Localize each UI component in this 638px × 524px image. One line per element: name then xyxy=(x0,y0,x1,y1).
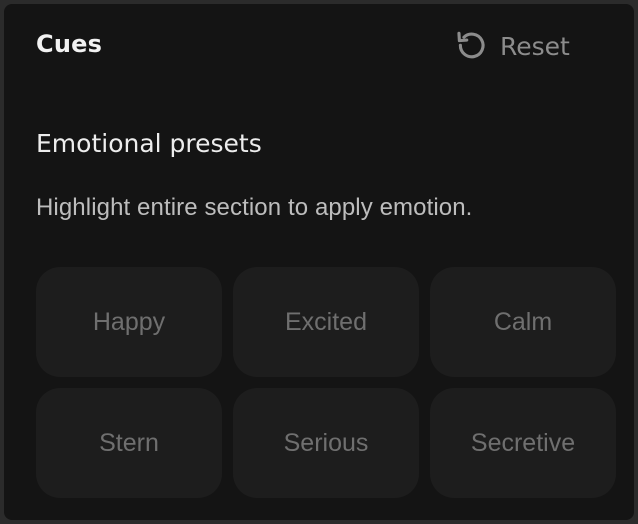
preset-label: Secretive xyxy=(470,428,576,457)
panel-header: Cues Reset xyxy=(4,4,634,90)
preset-serious-button[interactable]: Serious xyxy=(233,388,419,498)
reset-button[interactable]: Reset xyxy=(454,26,570,66)
preset-happy-button[interactable]: Happy xyxy=(36,267,222,377)
preset-stern-button[interactable]: Stern xyxy=(36,388,222,498)
section-description: Highlight entire section to apply emotio… xyxy=(36,194,473,221)
preset-label: Excited xyxy=(285,307,367,336)
preset-label: Serious xyxy=(283,428,369,457)
preset-label: Calm xyxy=(493,307,553,336)
reset-label: Reset xyxy=(500,31,570,61)
preset-secretive-button[interactable]: Secretive xyxy=(430,388,616,498)
preset-label: Stern xyxy=(99,428,159,457)
cues-panel: Cues Reset Emotional presets Highlight e… xyxy=(4,4,634,520)
preset-calm-button[interactable]: Calm xyxy=(430,267,616,377)
panel-title: Cues xyxy=(36,30,103,58)
preset-label: Happy xyxy=(92,307,166,336)
preset-excited-button[interactable]: Excited xyxy=(233,267,419,377)
section-title: Emotional presets xyxy=(36,129,262,158)
rotate-ccw-icon xyxy=(454,29,488,63)
emotion-preset-grid: Happy Excited Calm Stern Serious Secreti… xyxy=(36,267,616,498)
